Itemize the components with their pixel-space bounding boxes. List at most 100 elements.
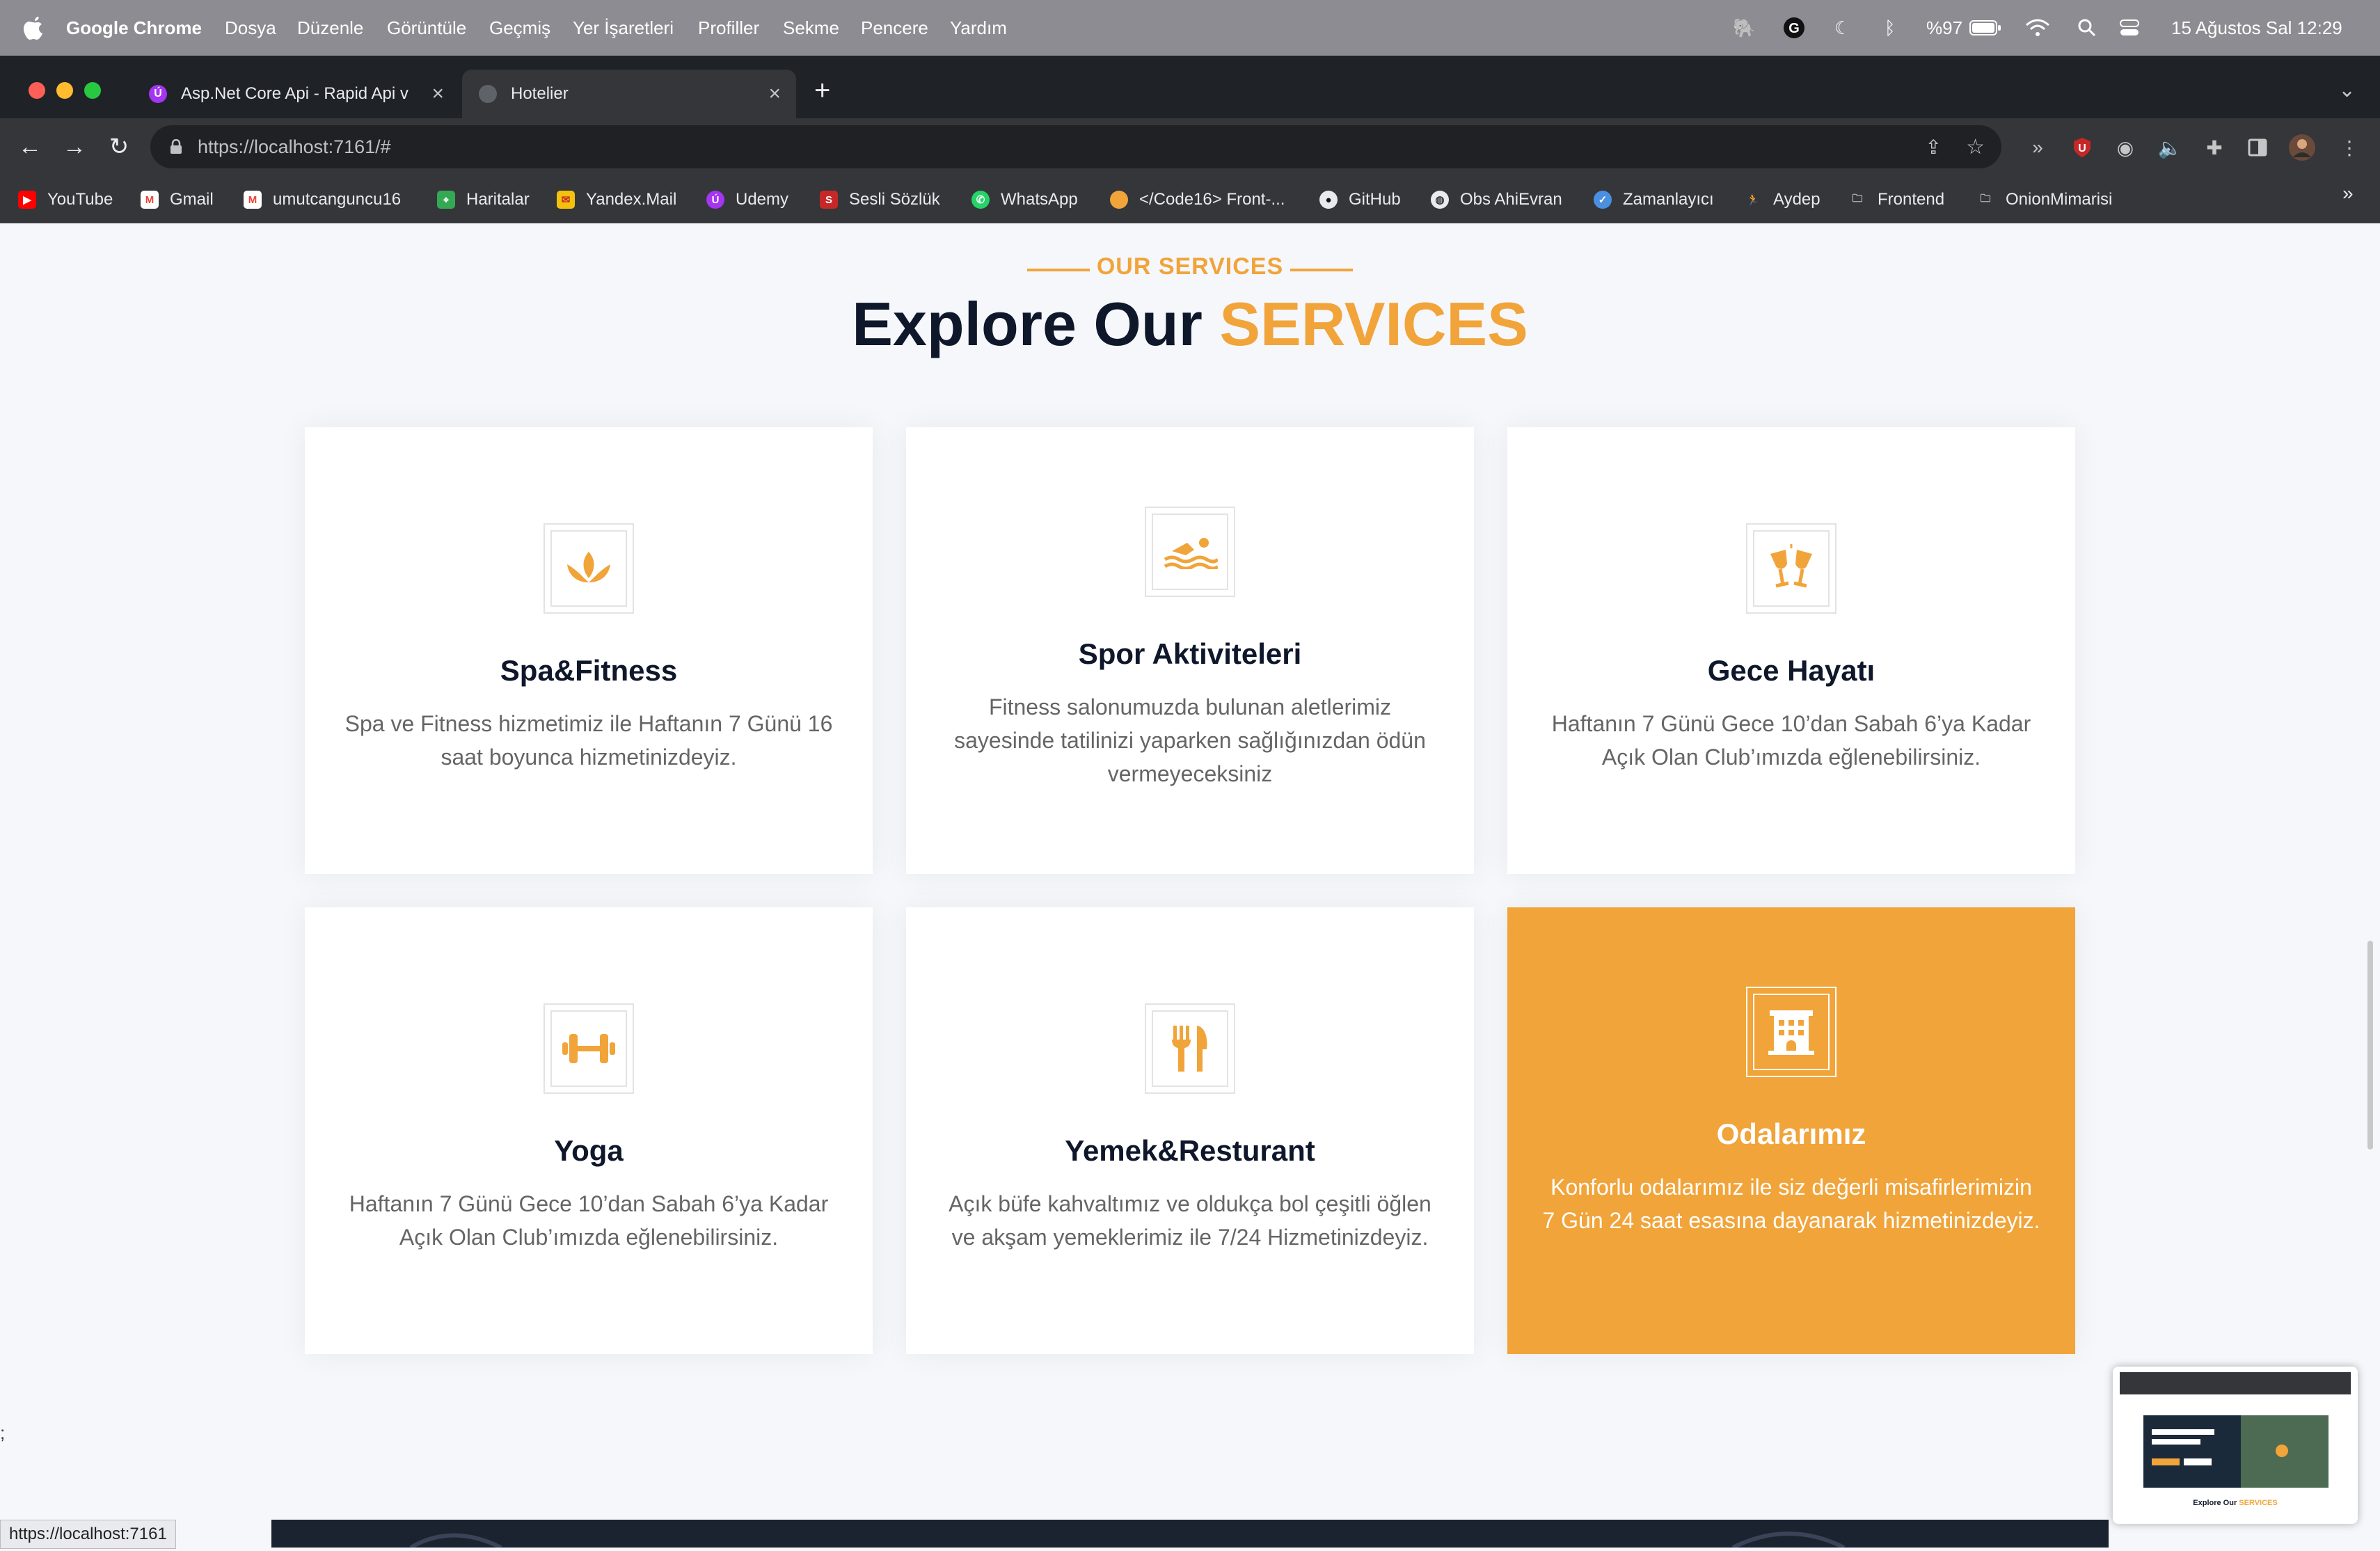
palm-silhouette-image — [271, 1520, 2109, 1550]
bookmark-label: Sesli Sözlük — [849, 190, 940, 209]
side-panel-icon[interactable] — [2244, 134, 2271, 161]
service-card-spor-aktiviteleri[interactable]: Spor Aktiviteleri Fitness salonumuzda bu… — [906, 427, 1474, 874]
address-bar[interactable]: https://localhost:7161/# ⇪ ☆ — [150, 125, 2001, 168]
svg-text:U: U — [2078, 143, 2086, 154]
menu-sekme[interactable]: Sekme — [783, 17, 839, 39]
close-tab-icon[interactable]: × — [768, 82, 781, 106]
service-card-yemek-resturant[interactable]: Yemek&Resturant Açık büfe kahvaltımız ve… — [906, 907, 1474, 1354]
menu-pencere[interactable]: Pencere — [861, 17, 928, 39]
bookmark-umutcanguncu16[interactable]: Mumutcanguncu16 — [244, 184, 401, 215]
volume-icon[interactable]: 🔈 — [2156, 134, 2184, 161]
bookmark-onionmimarisi[interactable]: 🗀 OnionMimarisi — [1976, 184, 2112, 215]
bookmark-github[interactable]: ● GitHub — [1319, 184, 1401, 215]
bookmark-label: Udemy — [736, 190, 789, 209]
elephant-icon[interactable]: 🐘 — [1733, 0, 1755, 56]
pip-play-icon — [2276, 1445, 2288, 1457]
tab-search-chevron-icon[interactable]: ⌄ — [2338, 78, 2356, 102]
moon-icon[interactable]: ☾ — [1834, 0, 1850, 56]
bookmark-yandex-mail[interactable]: ✉ Yandex.Mail — [557, 184, 676, 215]
bookmark-aydep[interactable]: 🏃 Aydep — [1744, 184, 1820, 215]
share-icon[interactable]: ⇪ — [1926, 136, 1942, 159]
service-card-odalarimiz[interactable]: Odalarımız Konforlu odalarımız ile siz d… — [1507, 907, 2075, 1354]
maximize-window-button[interactable] — [84, 82, 101, 99]
heading-main: Explore Our — [852, 289, 1220, 358]
mail-icon: ✉ — [557, 191, 575, 209]
bookmark-gmail[interactable]: M Gmail — [141, 184, 214, 215]
close-tab-icon[interactable]: × — [431, 82, 444, 106]
bookmark-haritalar[interactable]: ⌖ Haritalar — [437, 184, 530, 215]
bookmark-whatsapp[interactable]: ✆ WhatsApp — [971, 184, 1078, 215]
pip-heading: Explore Our SERVICES — [2113, 1499, 2358, 1507]
menu-duzenle[interactable]: Düzenle — [297, 17, 363, 39]
close-window-button[interactable] — [29, 82, 45, 99]
bluetooth-icon[interactable]: ᛒ — [1885, 0, 1896, 56]
service-icon-box — [1145, 507, 1235, 597]
tab-aspnet-api[interactable]: Ú Asp.Net Core Api - Rapid Api v × — [132, 70, 459, 118]
bookmark-sesli-sozluk[interactable]: S Sesli Sözlük — [820, 184, 940, 215]
next-section-image — [271, 1520, 2109, 1550]
tab-hotelier[interactable]: Hotelier × — [462, 70, 796, 118]
pip-browser-chrome — [2120, 1372, 2351, 1394]
bookmark-label: OnionMimarisi — [2006, 190, 2113, 209]
battery-percent[interactable]: %97 — [1926, 0, 1962, 56]
bookmark-label: Aydep — [1773, 190, 1820, 209]
menu-yer-isaretleri[interactable]: Yer İşaretleri — [573, 17, 674, 39]
spotlight-search-icon[interactable] — [2077, 0, 2097, 56]
code-icon — [1110, 191, 1128, 209]
menu-yardim[interactable]: Yardım — [950, 17, 1007, 39]
bookmark-frontend[interactable]: 🗀 Frontend — [1848, 184, 1944, 215]
macos-menu-bar: Google Chrome Dosya Düzenle Görüntüle Ge… — [0, 0, 2380, 56]
extension-arrows-icon[interactable]: » — [2024, 134, 2052, 161]
service-card-gece-hayati[interactable]: Gece Hayatı Haftanın 7 Günü Gece 10’dan … — [1507, 427, 2075, 874]
bookmark-udemy[interactable]: Ú Udemy — [706, 184, 788, 215]
service-title: Spa&Fitness — [500, 654, 678, 687]
youtube-icon: ▶ — [18, 191, 36, 209]
grammarly-icon[interactable]: G — [1783, 0, 1805, 56]
date-time[interactable]: 15 Ağustos Sal 12:29 — [2171, 0, 2342, 56]
bookmark-label: Gmail — [170, 190, 214, 209]
tab-title: Asp.Net Core Api - Rapid Api v — [181, 84, 408, 103]
menu-profiller[interactable]: Profiller — [698, 17, 759, 39]
service-icon-box — [1746, 987, 1836, 1077]
menu-dosya[interactable]: Dosya — [225, 17, 276, 39]
udemy-icon: Ú — [149, 85, 167, 103]
service-card-yoga[interactable]: Yoga Haftanın 7 Günü Gece 10’dan Sabah 6… — [305, 907, 873, 1354]
hotel-icon — [1768, 1010, 1814, 1055]
forward-button[interactable]: → — [57, 129, 92, 164]
app-name[interactable]: Google Chrome — [66, 17, 202, 39]
bookmark-code16[interactable]: </Code16> Front-... — [1110, 184, 1285, 215]
bookmark-obs-ahievran[interactable]: ◍ Obs AhiEvran — [1431, 184, 1562, 215]
subtitle-line-right — [1290, 269, 1353, 271]
minimize-window-button[interactable] — [56, 82, 73, 99]
more-bookmarks-icon[interactable]: » — [2342, 182, 2354, 205]
bookmark-youtube[interactable]: ▶ YouTube — [18, 184, 113, 215]
page-scrollbar[interactable] — [2367, 941, 2373, 1150]
swimmer-icon — [1164, 538, 1218, 569]
service-description: Haftanın 7 Günü Gece 10’dan Sabah 6’ya K… — [1551, 711, 2031, 770]
service-description: Spa ve Fitness hizmetimiz ile Haftanın 7… — [344, 711, 833, 770]
extensions-puzzle-icon[interactable]: ✚ — [2200, 134, 2228, 161]
bookmark-zamanlayici[interactable]: ✓ Zamanlayıcı — [1594, 184, 1714, 215]
bookmark-label: Obs AhiEvran — [1460, 190, 1562, 209]
wifi-icon[interactable] — [2025, 0, 2050, 56]
pip-hero-button — [2184, 1458, 2212, 1465]
control-center-icon[interactable] — [2119, 0, 2147, 56]
menu-gecmis[interactable]: Geçmiş — [489, 17, 550, 39]
battery-icon[interactable] — [1969, 0, 2001, 56]
picture-in-picture-preview[interactable]: Explore Our SERVICES — [2113, 1367, 2358, 1524]
reload-button[interactable]: ↻ — [102, 129, 136, 164]
ublock-icon[interactable]: U — [2068, 134, 2096, 161]
pip-hero-image — [2143, 1415, 2329, 1488]
glasses-cheers-icon — [1770, 544, 1812, 588]
bookmark-star-icon[interactable]: ☆ — [1966, 135, 1985, 159]
bookmark-label: Frontend — [1878, 190, 1945, 209]
back-button[interactable]: ← — [13, 129, 47, 164]
new-tab-button[interactable]: + — [814, 75, 830, 106]
menu-goruntule[interactable]: Görüntüle — [387, 17, 466, 39]
service-card-spa-fitness[interactable]: Spa&Fitness Spa ve Fitness hizmetimiz il… — [305, 427, 873, 874]
profile-avatar[interactable] — [2288, 134, 2316, 161]
extension-eyes-icon[interactable]: ◉ — [2111, 134, 2139, 161]
url-text[interactable]: https://localhost:7161/# — [198, 136, 391, 158]
chrome-menu-icon[interactable]: ⋮ — [2335, 134, 2363, 161]
apple-icon[interactable] — [21, 14, 46, 42]
